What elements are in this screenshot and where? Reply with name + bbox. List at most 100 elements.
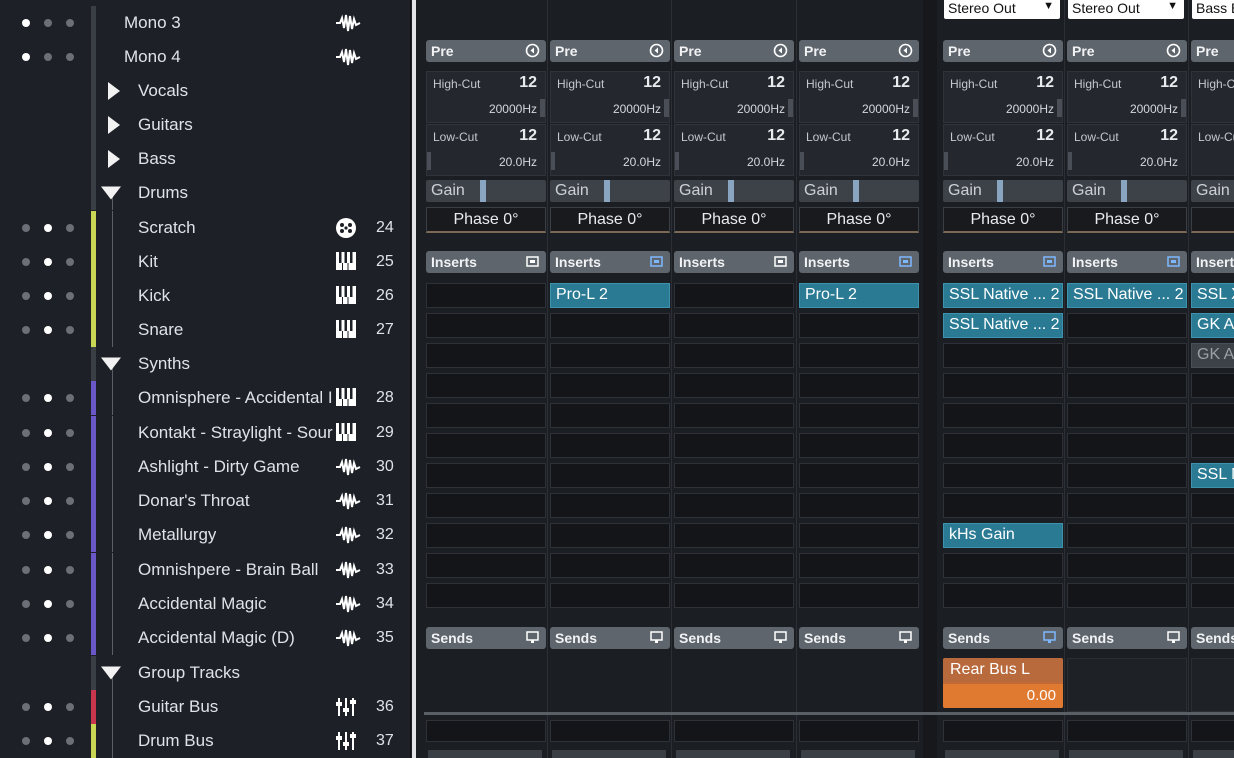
- high-cut-filter-slider[interactable]: [788, 99, 793, 117]
- insert-slot[interactable]: [799, 403, 919, 428]
- insert-slot[interactable]: [943, 433, 1063, 458]
- insert-slot[interactable]: [799, 463, 919, 488]
- record-dot[interactable]: [44, 258, 52, 266]
- track-row[interactable]: Synths: [0, 347, 410, 381]
- monitor-dot[interactable]: [22, 292, 30, 300]
- solo-dot[interactable]: [66, 634, 74, 642]
- track-row[interactable]: Guitars: [0, 108, 410, 142]
- insert-slot[interactable]: [426, 463, 546, 488]
- insert-slot[interactable]: Pro-L 2: [550, 283, 670, 308]
- inserts-bypass-icon[interactable]: [649, 254, 664, 269]
- lower-slot[interactable]: [799, 720, 919, 742]
- insert-slot[interactable]: [1067, 553, 1187, 578]
- high-cut-filter[interactable]: High-Cut 12 20000Hz: [1067, 71, 1187, 123]
- track-row[interactable]: Guitar Bus 36: [0, 690, 410, 724]
- low-cut-filter-slider[interactable]: [800, 152, 804, 170]
- low-cut-filter[interactable]: Low-Cut 12 20.0Hz: [1067, 124, 1187, 176]
- insert-slot[interactable]: [674, 343, 794, 368]
- output-selector[interactable]: Bass B: [1192, 0, 1234, 19]
- high-cut-filter-slider[interactable]: [1057, 99, 1062, 117]
- track-row[interactable]: Kick 26: [0, 279, 410, 313]
- solo-dot[interactable]: [66, 292, 74, 300]
- pre-section-header[interactable]: Pre: [799, 40, 919, 62]
- high-cut-filter-slider[interactable]: [913, 99, 918, 117]
- track-row[interactable]: Bass: [0, 142, 410, 176]
- pre-bypass-icon[interactable]: [898, 43, 913, 58]
- insert-slot[interactable]: [674, 553, 794, 578]
- gain-slider[interactable]: Gain: [1191, 180, 1234, 202]
- pre-bypass-icon[interactable]: [1042, 43, 1057, 58]
- folder-collapse-icon[interactable]: [101, 186, 121, 200]
- solo-dot[interactable]: [66, 19, 74, 27]
- pre-section-header[interactable]: Pre: [1067, 40, 1187, 62]
- inserts-bypass-icon[interactable]: [1042, 254, 1057, 269]
- sends-header[interactable]: Sends: [943, 627, 1063, 649]
- insert-slot[interactable]: GK A: [1191, 343, 1234, 368]
- pre-section-header[interactable]: Pre: [550, 40, 670, 62]
- solo-dot[interactable]: [66, 394, 74, 402]
- high-cut-filter[interactable]: High-Cut 12 20000Hz: [550, 71, 670, 123]
- high-cut-filter-slider[interactable]: [664, 99, 669, 117]
- insert-slot[interactable]: [550, 313, 670, 338]
- insert-slot[interactable]: SSL Native ... 2: [943, 283, 1063, 308]
- send-slot[interactable]: [1191, 658, 1234, 712]
- insert-slot[interactable]: [674, 493, 794, 518]
- insert-slot[interactable]: [1067, 463, 1187, 488]
- gain-handle[interactable]: [1121, 180, 1127, 202]
- record-dot[interactable]: [44, 53, 52, 61]
- record-dot[interactable]: [44, 19, 52, 27]
- sends-bypass-icon[interactable]: [525, 630, 540, 645]
- sends-header[interactable]: Sends: [1067, 627, 1187, 649]
- insert-slot[interactable]: [1067, 523, 1187, 548]
- insert-slot[interactable]: [799, 523, 919, 548]
- insert-slot[interactable]: [1067, 433, 1187, 458]
- insert-slot[interactable]: SSL Native ... 2: [943, 313, 1063, 338]
- lower-control[interactable]: [428, 750, 542, 758]
- insert-slot[interactable]: [550, 583, 670, 608]
- record-dot[interactable]: [44, 531, 52, 539]
- output-selector[interactable]: Stereo Out ▼: [944, 0, 1060, 19]
- insert-slot[interactable]: [674, 403, 794, 428]
- track-row[interactable]: Omnisphere - Accidental I 28: [0, 381, 410, 415]
- monitor-dot[interactable]: [22, 394, 30, 402]
- lower-slot[interactable]: [1067, 720, 1187, 742]
- insert-slot[interactable]: [426, 283, 546, 308]
- insert-slot[interactable]: [1067, 313, 1187, 338]
- record-dot[interactable]: [44, 463, 52, 471]
- monitor-dot[interactable]: [22, 224, 30, 232]
- insert-slot[interactable]: [943, 553, 1063, 578]
- insert-slot[interactable]: SSL Native ... 2: [1067, 283, 1187, 308]
- monitor-dot[interactable]: [22, 429, 30, 437]
- solo-dot[interactable]: [66, 566, 74, 574]
- insert-slot[interactable]: SSL X: [1191, 283, 1234, 308]
- sends-bypass-icon[interactable]: [649, 630, 664, 645]
- insert-slot[interactable]: [1067, 493, 1187, 518]
- monitor-dot[interactable]: [22, 326, 30, 334]
- pre-section-header[interactable]: Pre: [1191, 40, 1234, 62]
- send-slot[interactable]: Rear Bus L 0.00: [943, 658, 1063, 708]
- folder-expand-icon[interactable]: [108, 82, 120, 100]
- insert-slot[interactable]: [550, 553, 670, 578]
- inserts-header[interactable]: Inserts: [550, 251, 670, 273]
- inserts-header[interactable]: Inserts: [799, 251, 919, 273]
- high-cut-filter-slider[interactable]: [1181, 99, 1186, 117]
- insert-slot[interactable]: [1191, 403, 1234, 428]
- lower-slot[interactable]: [1191, 720, 1234, 742]
- record-dot[interactable]: [44, 600, 52, 608]
- solo-dot[interactable]: [66, 600, 74, 608]
- gain-slider[interactable]: Gain: [674, 180, 794, 202]
- insert-slot[interactable]: [550, 463, 670, 488]
- monitor-dot[interactable]: [22, 19, 30, 27]
- insert-slot[interactable]: [426, 343, 546, 368]
- record-dot[interactable]: [44, 497, 52, 505]
- insert-slot[interactable]: [550, 493, 670, 518]
- monitor-dot[interactable]: [22, 258, 30, 266]
- low-cut-filter[interactable]: Low-Cut 12 20.0Hz: [550, 124, 670, 176]
- track-row[interactable]: Metallurgy 32: [0, 518, 410, 552]
- insert-slot[interactable]: [799, 373, 919, 398]
- insert-slot[interactable]: [426, 553, 546, 578]
- phase-button[interactable]: Phase 0°: [1067, 207, 1187, 233]
- solo-dot[interactable]: [66, 703, 74, 711]
- pre-bypass-icon[interactable]: [525, 43, 540, 58]
- record-dot[interactable]: [44, 634, 52, 642]
